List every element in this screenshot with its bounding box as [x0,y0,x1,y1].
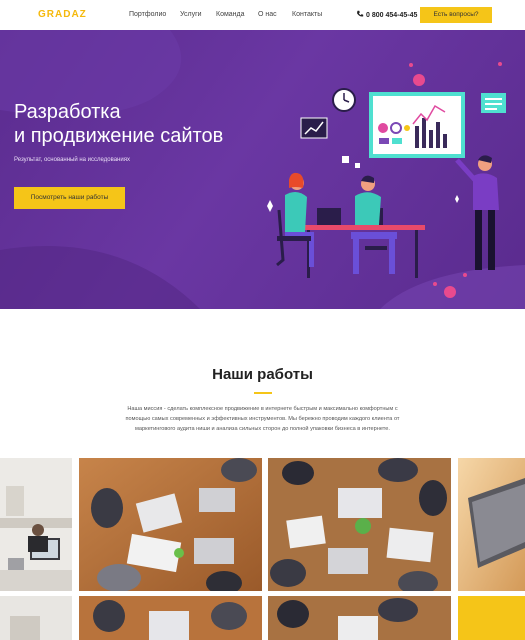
portfolio-image [79,596,262,640]
portfolio-item[interactable] [79,596,262,640]
works-description-line2: помощью самых современных и эффективных … [125,416,400,422]
works-title: Наши работы [212,366,313,383]
works-description-line3: маркетингового аудита ниши и анализа сил… [135,426,390,432]
portfolio-item[interactable] [0,458,72,591]
phone[interactable]: 0 800 454-45-45 [356,10,417,19]
portfolio-image [0,596,72,640]
portfolio-item[interactable] [0,596,72,640]
nav-link-about[interactable]: О нас [258,11,277,18]
phone-number: 0 800 454-45-45 [366,12,418,19]
hero-section: Разработка и продвижение сайтов Результа… [0,30,525,309]
portfolio-image [268,596,451,640]
hero-illustration [267,62,506,298]
portfolio-item[interactable] [268,458,451,591]
phone-icon [357,10,364,17]
portfolio-image [79,458,262,591]
clock-icon [332,88,356,112]
portfolio-item[interactable] [458,596,525,640]
hero-subtitle: Результат, основанный на исследованиях [14,157,130,163]
hero-title-line1: Разработка [14,101,121,123]
view-works-button[interactable]: Посмотреть наши работы [14,187,125,209]
works-description: Наша миссия - сделать комплексное продви… [105,404,420,434]
portfolio-item[interactable] [79,458,262,591]
portfolio-item[interactable] [268,596,451,640]
title-underline [254,392,272,394]
portfolio-image [0,458,72,591]
nav-link-contacts[interactable]: Контакты [292,11,322,18]
portfolio-item[interactable] [458,458,525,591]
hero-title-line2: и продвижение сайтов [14,125,224,147]
portfolio-image [268,458,451,591]
ask-question-button[interactable]: Есть вопросы? [420,7,492,23]
nav-link-portfolio[interactable]: Портфолио [129,11,166,18]
hero-title: Разработка и продвижение сайтов [14,100,223,148]
chat-icon [481,93,506,113]
nav-link-team[interactable]: Команда [216,11,245,18]
works-description-line1: Наша миссия - сделать комплексное продви… [127,406,398,412]
portfolio-image [458,458,525,591]
nav-link-services[interactable]: Услуги [180,11,202,18]
site-header: GRADAZ Портфолио Услуги Команда О нас Ко… [0,0,525,30]
chart-icon [300,117,328,139]
